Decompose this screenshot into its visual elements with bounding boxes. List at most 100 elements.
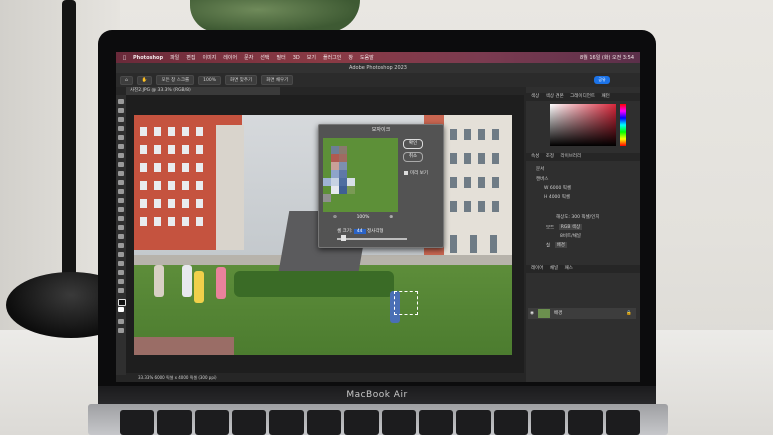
hand-tool-icon[interactable]: ✋ [136, 75, 153, 85]
healing-brush-tool-icon[interactable] [118, 162, 124, 167]
tab-patterns[interactable]: 패턴 [601, 94, 609, 99]
dodge-tool-icon[interactable] [118, 225, 124, 230]
type-tool-icon[interactable] [118, 243, 124, 248]
blur-tool-icon[interactable] [118, 216, 124, 221]
shape-tool-icon[interactable] [118, 261, 124, 266]
eyedropper-tool-icon[interactable] [118, 153, 124, 158]
scroll-all-windows-checkbox[interactable]: 모든 창 스크롤 [156, 75, 195, 85]
mode-select[interactable]: RGB 색상 [558, 224, 583, 230]
mosaic-preview[interactable] [323, 138, 398, 212]
menu-select[interactable]: 선택 [260, 54, 269, 61]
bit-depth-select[interactable]: 8비트/채널 [560, 233, 581, 239]
height-row: H 4000 픽셀 [544, 194, 570, 200]
cell-size-slider-knob[interactable] [341, 235, 346, 241]
brush-tool-icon[interactable] [118, 171, 124, 176]
tab-adjustments[interactable]: 조정 [546, 154, 554, 159]
photo-child [154, 265, 164, 297]
menu-edit[interactable]: 편집 [186, 54, 195, 61]
more-tools-icon[interactable] [118, 288, 124, 293]
status-bar: 33.33% 6000 픽셀 x 4000 픽셀 (300 ppi) [138, 375, 217, 380]
options-bar: ⌂ ✋ 모든 창 스크롤 100% 화면 맞추기 화면 채우기 공유 [116, 73, 640, 87]
hue-slider[interactable] [620, 104, 626, 146]
lamp-pole [62, 0, 76, 300]
zoom-value: 100% [356, 215, 370, 220]
marquee-tool-icon[interactable] [118, 108, 124, 113]
tab-libraries[interactable]: 라이브러리 [560, 154, 581, 159]
tab-swatches[interactable]: 색상 견본 [546, 94, 564, 99]
quick-select-tool-icon[interactable] [118, 126, 124, 131]
lasso-tool-icon[interactable] [118, 117, 124, 122]
color-picker-field[interactable] [550, 104, 616, 146]
selection-marquee[interactable] [394, 291, 418, 315]
menu-3d[interactable]: 3D [293, 55, 300, 61]
fit-screen-button[interactable]: 화면 맞추기 [225, 75, 258, 85]
layers-panel-tabs: 레이어 채널 패스 [526, 265, 640, 273]
height-value[interactable]: 4000 픽셀 [549, 195, 570, 200]
frame-tool-icon[interactable] [118, 144, 124, 149]
checkbox-icon [404, 170, 408, 175]
quick-mask-icon[interactable] [118, 319, 124, 324]
foreground-color-swatch[interactable] [118, 299, 126, 306]
width-value[interactable]: 6000 픽셀 [550, 186, 571, 191]
menu-app-name[interactable]: Photoshop [133, 55, 163, 61]
gradient-tool-icon[interactable] [118, 207, 124, 212]
photo-building-left-annex [216, 125, 244, 250]
doc-label: 문서 [536, 167, 545, 172]
menu-view[interactable]: 보기 [307, 54, 316, 61]
photo-child [182, 265, 192, 297]
clone-stamp-tool-icon[interactable] [118, 180, 124, 185]
menu-filter[interactable]: 필터 [277, 54, 286, 61]
path-select-tool-icon[interactable] [118, 252, 124, 257]
menu-file[interactable]: 파일 [170, 54, 179, 61]
keyboard-keys [120, 410, 641, 435]
document-tab[interactable]: 사진2.JPG @ 33.3% (RGB/8) [126, 87, 280, 95]
macos-menubar:  Photoshop 파일 편집 이미지 레이어 문자 선택 필터 3D 보기… [116, 52, 640, 63]
history-brush-tool-icon[interactable] [118, 189, 124, 194]
zoom-tool-icon[interactable] [118, 279, 124, 284]
menu-window[interactable]: 창 [348, 54, 353, 61]
preview-label: 미리 보기 [410, 171, 428, 176]
tab-properties[interactable]: 속성 [531, 154, 539, 159]
apple-icon[interactable]:  [123, 55, 126, 61]
zoom-out-icon[interactable]: ⊖ [333, 215, 337, 220]
hand-tool-icon[interactable] [118, 270, 124, 275]
menu-help[interactable]: 도움말 [360, 54, 374, 61]
screen-mode-icon[interactable] [118, 328, 124, 333]
lock-icon: 🔒 [626, 311, 632, 316]
mode-row: 모드 RGB 색상 [546, 224, 583, 231]
fill-select[interactable]: 배경 [554, 242, 567, 248]
cell-size-input[interactable]: 44 [353, 229, 366, 234]
tools-panel [116, 95, 126, 375]
layer-row-background[interactable]: ◉ 배경 🔒 [528, 308, 636, 319]
share-button[interactable]: 공유 [594, 76, 610, 84]
menu-image[interactable]: 이미지 [202, 54, 216, 61]
menu-layer[interactable]: 레이어 [223, 54, 237, 61]
fill-row: 칠 배경 [546, 242, 567, 249]
menu-plugins[interactable]: 플러그인 [323, 54, 341, 61]
tab-paths[interactable]: 패스 [565, 266, 573, 271]
cell-size-slider-track[interactable] [337, 238, 407, 240]
tab-layers[interactable]: 레이어 [531, 266, 543, 271]
cancel-button[interactable]: 취소 [403, 152, 423, 162]
pen-tool-icon[interactable] [118, 234, 124, 239]
zoom-100-button[interactable]: 100% [198, 75, 222, 85]
cell-size-unit: 정사각형 [366, 229, 384, 234]
visibility-eye-icon[interactable]: ◉ [530, 311, 534, 316]
zoom-in-icon[interactable]: ⊕ [389, 215, 393, 220]
photo-child [194, 271, 204, 303]
tab-color[interactable]: 색상 [531, 94, 539, 99]
eraser-tool-icon[interactable] [118, 198, 124, 203]
tab-gradients[interactable]: 그레이디언트 [570, 94, 595, 99]
menu-type[interactable]: 문자 [244, 54, 253, 61]
move-tool-icon[interactable] [118, 99, 124, 104]
crop-tool-icon[interactable] [118, 135, 124, 140]
background-color-swatch[interactable] [118, 307, 124, 312]
photo-hedge [234, 271, 394, 297]
tab-channels[interactable]: 채널 [550, 266, 558, 271]
mode-label: 모드 [546, 225, 555, 231]
home-icon[interactable]: ⌂ [120, 75, 133, 85]
menubar-clock[interactable]: 8월 16일 (화) 오전 3:54 [580, 54, 634, 61]
fill-screen-button[interactable]: 화면 채우기 [261, 75, 294, 85]
ok-button[interactable]: 확인 [403, 139, 423, 149]
preview-checkbox[interactable]: 미리 보기 [404, 170, 428, 176]
